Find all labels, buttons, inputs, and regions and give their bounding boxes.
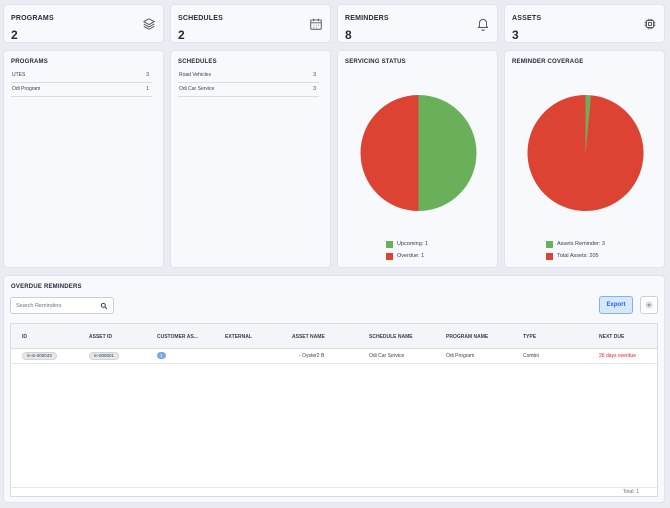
servicing-legend: Upcoming: 1 Overdue: 1 bbox=[386, 238, 428, 262]
list-item[interactable]: Odi Car Service 3 bbox=[178, 83, 319, 97]
legend-swatch bbox=[386, 240, 393, 248]
table-header: ID ASSET ID CUSTOMER AS... EXTERNAL ASSE… bbox=[11, 324, 657, 349]
list-item-count: 3 bbox=[146, 71, 149, 78]
stat-value: 8 bbox=[345, 28, 352, 42]
column-header-type[interactable]: TYPE bbox=[523, 334, 536, 340]
coverage-legend: Assets Reminder: 3 Total Assets: 205 bbox=[546, 238, 605, 262]
cell-asset-id: in-000001 bbox=[89, 352, 120, 360]
cell-type: Combo bbox=[523, 353, 540, 359]
cell-customer-assets: 1 bbox=[157, 352, 166, 359]
list-item[interactable]: UTES 3 bbox=[11, 68, 152, 83]
calendar-icon bbox=[310, 18, 322, 30]
column-header-program-name[interactable]: PROGRAM NAME bbox=[446, 334, 488, 340]
stat-card-schedules: SCHEDULES 2 bbox=[170, 4, 331, 43]
panel-title: OVERDUE REMINDERS bbox=[11, 284, 82, 290]
stat-card-reminders: REMINDERS 8 bbox=[337, 4, 498, 43]
list-item[interactable]: Road Vehicles 3 bbox=[178, 68, 319, 83]
column-header-asset-name[interactable]: ASSET NAME bbox=[292, 334, 325, 340]
stat-title: PROGRAMS bbox=[11, 15, 54, 22]
chip-icon bbox=[644, 18, 656, 30]
gear-icon bbox=[645, 301, 653, 309]
servicing-status-panel: SERVICING STATUS Upcoming: 1 Overdue: 1 bbox=[337, 50, 498, 268]
list-item-count: 3 bbox=[313, 71, 316, 78]
list-item-label: Road Vehicles bbox=[179, 71, 211, 78]
asset-id-chip[interactable]: in-000001 bbox=[89, 352, 120, 360]
cell-next-due: 26 days overdue bbox=[599, 353, 636, 359]
legend-swatch bbox=[546, 252, 553, 260]
customer-assets-badge[interactable]: 1 bbox=[157, 352, 166, 359]
legend-swatch bbox=[386, 252, 393, 260]
search-input[interactable] bbox=[16, 300, 98, 311]
stat-card-assets: ASSETS 3 bbox=[504, 4, 665, 43]
settings-button[interactable] bbox=[640, 296, 658, 314]
stat-value: 3 bbox=[512, 28, 519, 42]
table-row[interactable]: in-si-000043 in-000001 1 - Oyster2 B Odi… bbox=[11, 349, 657, 364]
stat-value: 2 bbox=[178, 28, 185, 42]
list-item-label: Odi Program bbox=[12, 86, 41, 93]
pie-slice-total-assets[interactable] bbox=[527, 95, 644, 211]
reminder-coverage-panel: REMINDER COVERAGE Assets Reminder: 3 Tot… bbox=[504, 50, 665, 268]
list-item-label: Odi Car Service bbox=[179, 86, 215, 93]
legend-label: Overdue: 1 bbox=[397, 253, 425, 259]
legend-label: Total Assets: 205 bbox=[557, 253, 599, 259]
legend-item-upcoming[interactable]: Upcoming: 1 bbox=[386, 238, 428, 250]
reminder-coverage-pie bbox=[527, 95, 644, 211]
legend-label: Assets Reminder: 3 bbox=[557, 241, 605, 247]
bell-icon bbox=[477, 18, 489, 31]
table-footer: Total: 1 bbox=[11, 487, 657, 496]
column-header-id[interactable]: ID bbox=[22, 334, 27, 340]
search-box bbox=[10, 297, 114, 314]
export-button[interactable]: Export bbox=[599, 296, 633, 314]
pie-slice-overdue[interactable] bbox=[360, 95, 419, 211]
legend-item-total-assets[interactable]: Total Assets: 205 bbox=[546, 250, 605, 262]
column-header-external[interactable]: EXTERNAL bbox=[225, 334, 252, 340]
schedules-panel: SCHEDULES Road Vehicles 3 Odi Car Servic… bbox=[170, 50, 331, 268]
overdue-table: ID ASSET ID CUSTOMER AS... EXTERNAL ASSE… bbox=[10, 323, 658, 497]
pie-slice-upcoming[interactable] bbox=[418, 95, 477, 211]
stat-card-programs: PROGRAMS 2 bbox=[3, 4, 164, 43]
column-header-asset-id[interactable]: ASSET ID bbox=[89, 334, 112, 340]
list-item-count: 3 bbox=[313, 86, 316, 93]
search-icon[interactable] bbox=[100, 302, 108, 310]
stat-value: 2 bbox=[11, 28, 18, 42]
column-header-schedule-name[interactable]: SCHEDULE NAME bbox=[369, 334, 413, 340]
list-item[interactable]: Odi Program 1 bbox=[11, 83, 152, 97]
programs-list: UTES 3 Odi Program 1 bbox=[11, 68, 152, 97]
panel-title: SCHEDULES bbox=[178, 59, 217, 65]
column-header-next-due[interactable]: NEXT DUE bbox=[599, 334, 624, 340]
list-item-count: 1 bbox=[146, 86, 149, 93]
schedules-list: Road Vehicles 3 Odi Car Service 3 bbox=[178, 68, 319, 97]
legend-label: Upcoming: 1 bbox=[397, 241, 428, 247]
programs-panel: PROGRAMS UTES 3 Odi Program 1 bbox=[3, 50, 164, 268]
stat-title: SCHEDULES bbox=[178, 15, 223, 22]
stat-title: REMINDERS bbox=[345, 15, 389, 22]
list-item-label: UTES bbox=[12, 71, 26, 78]
servicing-status-pie bbox=[360, 95, 477, 211]
cell-program-name: Odi Program bbox=[446, 353, 475, 359]
stat-title: ASSETS bbox=[512, 15, 542, 22]
cell-asset-name: - Oyster2 B bbox=[299, 353, 325, 359]
legend-swatch bbox=[546, 240, 553, 248]
cell-schedule-name: Odi Car Service bbox=[369, 353, 405, 359]
column-header-customer-assets[interactable]: CUSTOMER AS... bbox=[157, 334, 198, 340]
layers-icon bbox=[143, 18, 155, 30]
legend-item-overdue[interactable]: Overdue: 1 bbox=[386, 250, 428, 262]
cell-id: in-si-000043 bbox=[22, 352, 57, 360]
panel-title: PROGRAMS bbox=[11, 59, 48, 65]
legend-item-assets-reminder[interactable]: Assets Reminder: 3 bbox=[546, 238, 605, 250]
id-chip[interactable]: in-si-000043 bbox=[22, 352, 57, 360]
total-count: Total: 1 bbox=[622, 489, 639, 495]
